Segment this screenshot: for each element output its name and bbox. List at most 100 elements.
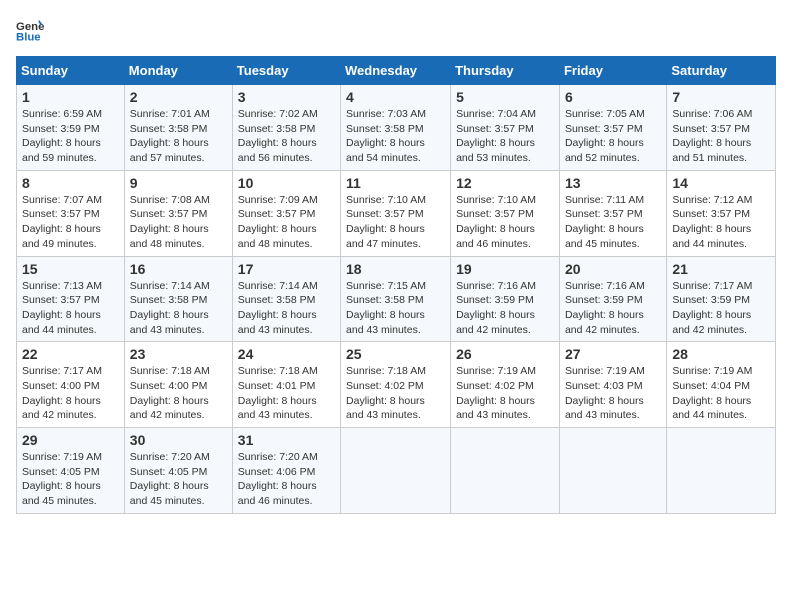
- calendar-cell-14: 14 Sunrise: 7:12 AM Sunset: 3:57 PM Dayl…: [667, 170, 776, 256]
- svg-text:Blue: Blue: [16, 32, 41, 44]
- day-number: 13: [565, 175, 661, 191]
- sunrise-label: Sunrise: 7:15 AM: [346, 280, 426, 292]
- day-info: Sunrise: 7:20 AM Sunset: 4:06 PM Dayligh…: [238, 450, 335, 509]
- day-number: 10: [238, 175, 335, 191]
- calendar-cell-23: 23 Sunrise: 7:18 AM Sunset: 4:00 PM Dayl…: [124, 342, 232, 428]
- sunset-label: Sunset: 3:58 PM: [130, 123, 208, 135]
- calendar-cell-21: 21 Sunrise: 7:17 AM Sunset: 3:59 PM Dayl…: [667, 256, 776, 342]
- day-info: Sunrise: 7:01 AM Sunset: 3:58 PM Dayligh…: [130, 107, 227, 166]
- sunset-label: Sunset: 4:06 PM: [238, 466, 316, 478]
- sunset-label: Sunset: 4:05 PM: [130, 466, 208, 478]
- day-number: 25: [346, 346, 445, 362]
- sunrise-label: Sunrise: 6:59 AM: [22, 108, 102, 120]
- sunrise-label: Sunrise: 7:10 AM: [346, 194, 426, 206]
- day-number: 7: [672, 89, 770, 105]
- calendar-cell-16: 16 Sunrise: 7:14 AM Sunset: 3:58 PM Dayl…: [124, 256, 232, 342]
- sunrise-label: Sunrise: 7:18 AM: [130, 365, 210, 377]
- day-number: 4: [346, 89, 445, 105]
- calendar-cell-7: 7 Sunrise: 7:06 AM Sunset: 3:57 PM Dayli…: [667, 85, 776, 171]
- calendar-cell-28: 28 Sunrise: 7:19 AM Sunset: 4:04 PM Dayl…: [667, 342, 776, 428]
- day-number: 27: [565, 346, 661, 362]
- calendar-cell-13: 13 Sunrise: 7:11 AM Sunset: 3:57 PM Dayl…: [559, 170, 666, 256]
- calendar-cell-4: 4 Sunrise: 7:03 AM Sunset: 3:58 PM Dayli…: [341, 85, 451, 171]
- day-number: 6: [565, 89, 661, 105]
- daylight-label: Daylight: 8 hours and 44 minutes.: [22, 309, 101, 336]
- day-info: Sunrise: 7:13 AM Sunset: 3:57 PM Dayligh…: [22, 279, 119, 338]
- daylight-label: Daylight: 8 hours and 43 minutes.: [238, 395, 317, 422]
- day-info: Sunrise: 7:10 AM Sunset: 3:57 PM Dayligh…: [346, 193, 445, 252]
- daylight-label: Daylight: 8 hours and 44 minutes.: [672, 223, 751, 250]
- daylight-label: Daylight: 8 hours and 49 minutes.: [22, 223, 101, 250]
- day-number: 30: [130, 432, 227, 448]
- day-number: 1: [22, 89, 119, 105]
- sunset-label: Sunset: 3:58 PM: [238, 123, 316, 135]
- sunset-label: Sunset: 3:59 PM: [672, 294, 750, 306]
- day-number: 18: [346, 261, 445, 277]
- day-number: 11: [346, 175, 445, 191]
- sunrise-label: Sunrise: 7:19 AM: [565, 365, 645, 377]
- daylight-label: Daylight: 8 hours and 48 minutes.: [130, 223, 209, 250]
- calendar-cell-10: 10 Sunrise: 7:09 AM Sunset: 3:57 PM Dayl…: [232, 170, 340, 256]
- daylight-label: Daylight: 8 hours and 56 minutes.: [238, 137, 317, 164]
- sunrise-label: Sunrise: 7:19 AM: [22, 451, 102, 463]
- day-number: 31: [238, 432, 335, 448]
- day-info: Sunrise: 7:18 AM Sunset: 4:01 PM Dayligh…: [238, 364, 335, 423]
- sunrise-label: Sunrise: 7:20 AM: [130, 451, 210, 463]
- day-number: 29: [22, 432, 119, 448]
- day-number: 22: [22, 346, 119, 362]
- sunrise-label: Sunrise: 7:07 AM: [22, 194, 102, 206]
- sunrise-label: Sunrise: 7:02 AM: [238, 108, 318, 120]
- calendar-cell-22: 22 Sunrise: 7:17 AM Sunset: 4:00 PM Dayl…: [17, 342, 125, 428]
- day-number: 3: [238, 89, 335, 105]
- sunrise-label: Sunrise: 7:13 AM: [22, 280, 102, 292]
- weekday-header-wednesday: Wednesday: [341, 57, 451, 85]
- sunrise-label: Sunrise: 7:11 AM: [565, 194, 644, 206]
- sunset-label: Sunset: 4:00 PM: [22, 380, 100, 392]
- sunset-label: Sunset: 4:02 PM: [456, 380, 534, 392]
- day-number: 8: [22, 175, 119, 191]
- calendar-table: SundayMondayTuesdayWednesdayThursdayFrid…: [16, 56, 776, 514]
- daylight-label: Daylight: 8 hours and 57 minutes.: [130, 137, 209, 164]
- day-info: Sunrise: 7:16 AM Sunset: 3:59 PM Dayligh…: [565, 279, 661, 338]
- day-number: 12: [456, 175, 554, 191]
- day-number: 5: [456, 89, 554, 105]
- daylight-label: Daylight: 8 hours and 48 minutes.: [238, 223, 317, 250]
- daylight-label: Daylight: 8 hours and 45 minutes.: [565, 223, 644, 250]
- calendar-cell-15: 15 Sunrise: 7:13 AM Sunset: 3:57 PM Dayl…: [17, 256, 125, 342]
- daylight-label: Daylight: 8 hours and 43 minutes.: [238, 309, 317, 336]
- daylight-label: Daylight: 8 hours and 42 minutes.: [672, 309, 751, 336]
- sunrise-label: Sunrise: 7:08 AM: [130, 194, 210, 206]
- calendar-cell-25: 25 Sunrise: 7:18 AM Sunset: 4:02 PM Dayl…: [341, 342, 451, 428]
- logo-icon: General Blue: [16, 16, 44, 44]
- daylight-label: Daylight: 8 hours and 42 minutes.: [456, 309, 535, 336]
- sunrise-label: Sunrise: 7:14 AM: [130, 280, 210, 292]
- day-info: Sunrise: 7:19 AM Sunset: 4:05 PM Dayligh…: [22, 450, 119, 509]
- day-info: Sunrise: 7:10 AM Sunset: 3:57 PM Dayligh…: [456, 193, 554, 252]
- daylight-label: Daylight: 8 hours and 45 minutes.: [22, 480, 101, 507]
- day-info: Sunrise: 6:59 AM Sunset: 3:59 PM Dayligh…: [22, 107, 119, 166]
- daylight-label: Daylight: 8 hours and 43 minutes.: [130, 309, 209, 336]
- day-number: 9: [130, 175, 227, 191]
- calendar-cell-30: 30 Sunrise: 7:20 AM Sunset: 4:05 PM Dayl…: [124, 428, 232, 514]
- sunset-label: Sunset: 3:57 PM: [565, 208, 643, 220]
- sunset-label: Sunset: 3:58 PM: [346, 294, 424, 306]
- sunset-label: Sunset: 3:57 PM: [22, 294, 100, 306]
- day-info: Sunrise: 7:17 AM Sunset: 4:00 PM Dayligh…: [22, 364, 119, 423]
- sunset-label: Sunset: 4:04 PM: [672, 380, 750, 392]
- day-info: Sunrise: 7:19 AM Sunset: 4:02 PM Dayligh…: [456, 364, 554, 423]
- day-number: 15: [22, 261, 119, 277]
- calendar-cell-18: 18 Sunrise: 7:15 AM Sunset: 3:58 PM Dayl…: [341, 256, 451, 342]
- calendar-cell-12: 12 Sunrise: 7:10 AM Sunset: 3:57 PM Dayl…: [451, 170, 560, 256]
- calendar-cell-17: 17 Sunrise: 7:14 AM Sunset: 3:58 PM Dayl…: [232, 256, 340, 342]
- sunset-label: Sunset: 3:57 PM: [565, 123, 643, 135]
- sunrise-label: Sunrise: 7:18 AM: [238, 365, 318, 377]
- sunrise-label: Sunrise: 7:09 AM: [238, 194, 318, 206]
- sunset-label: Sunset: 3:57 PM: [130, 208, 208, 220]
- day-number: 21: [672, 261, 770, 277]
- calendar-cell-9: 9 Sunrise: 7:08 AM Sunset: 3:57 PM Dayli…: [124, 170, 232, 256]
- calendar-cell-5: 5 Sunrise: 7:04 AM Sunset: 3:57 PM Dayli…: [451, 85, 560, 171]
- weekday-header-friday: Friday: [559, 57, 666, 85]
- sunrise-label: Sunrise: 7:04 AM: [456, 108, 536, 120]
- day-number: 20: [565, 261, 661, 277]
- sunset-label: Sunset: 4:00 PM: [130, 380, 208, 392]
